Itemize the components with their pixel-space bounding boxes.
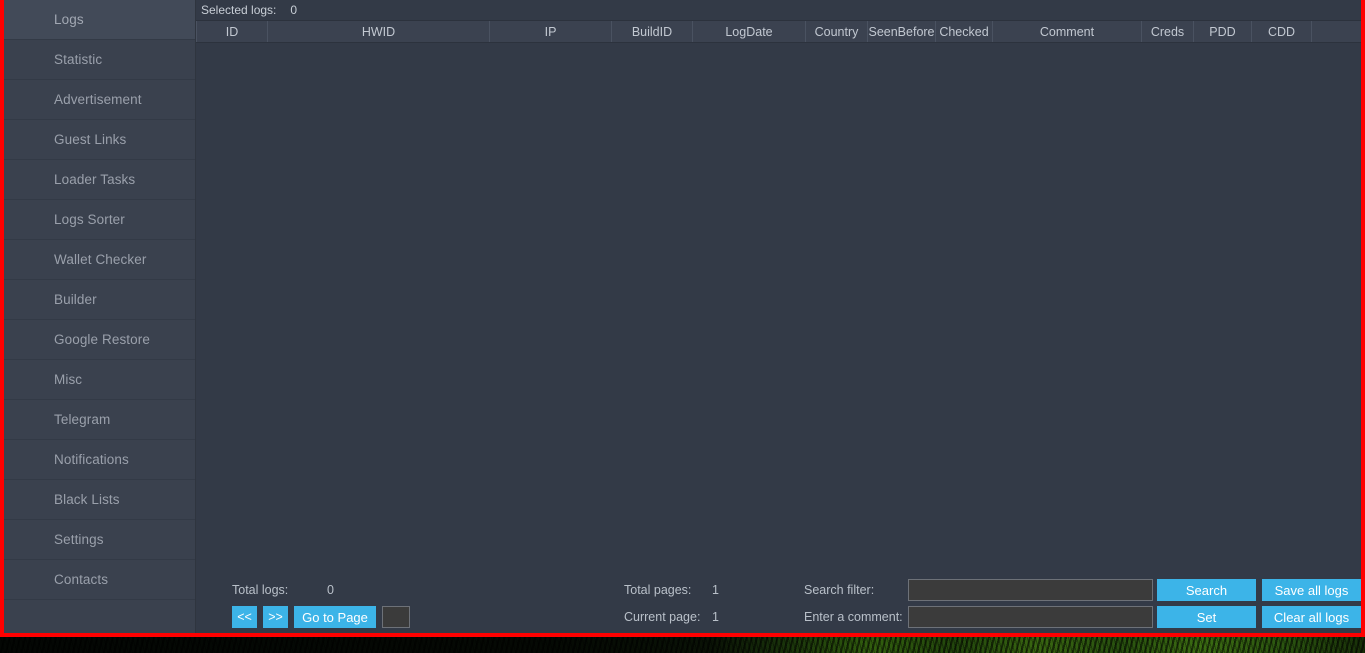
save-all-logs-button[interactable]: Save all logs bbox=[1262, 579, 1361, 601]
sidebar-navigation: Logs Statistic Advertisement Guest Links… bbox=[4, 0, 196, 633]
column-header-pdd[interactable]: PDD bbox=[1194, 21, 1252, 42]
action-buttons-row-top: Search Save all logs bbox=[1157, 579, 1361, 601]
go-to-page-button[interactable]: Go to Page bbox=[294, 606, 376, 628]
total-pages-value: 1 bbox=[712, 583, 719, 597]
page-number-input[interactable] bbox=[382, 606, 410, 628]
sidebar-item-logs[interactable]: Logs bbox=[4, 0, 195, 40]
sidebar-item-label: Logs bbox=[54, 12, 84, 27]
column-header-buildid[interactable]: BuildID bbox=[612, 21, 693, 42]
logs-table-header: ID HWID IP BuildID LogDate Country SeenBefore C… bbox=[196, 21, 1361, 43]
sidebar-item-builder[interactable]: Builder bbox=[4, 280, 195, 320]
sidebar-empty-space bbox=[4, 600, 195, 633]
page-status-block: Total pages: 1 Current page: 1 bbox=[624, 579, 804, 628]
sidebar-item-logs-sorter[interactable]: Logs Sorter bbox=[4, 200, 195, 240]
bottom-control-panel: Total logs: 0 << >> Go to Page Total pag… bbox=[196, 571, 1361, 633]
logs-table: ID HWID IP BuildID LogDate Country SeenBefore C… bbox=[196, 20, 1361, 571]
sidebar-item-telegram[interactable]: Telegram bbox=[4, 400, 195, 440]
sidebar-item-label: Wallet Checker bbox=[54, 252, 147, 267]
sidebar-item-label: Settings bbox=[54, 532, 104, 547]
sidebar-item-black-lists[interactable]: Black Lists bbox=[4, 480, 195, 520]
comment-label: Enter a comment: bbox=[804, 610, 903, 624]
column-header-seenbefore[interactable]: SeenBefore bbox=[868, 21, 936, 42]
column-header-country[interactable]: Country bbox=[806, 21, 868, 42]
column-header-spacer bbox=[1312, 21, 1361, 42]
pagination-block: Total logs: 0 << >> Go to Page bbox=[232, 579, 502, 628]
column-header-id[interactable]: ID bbox=[196, 21, 268, 42]
sidebar-item-label: Google Restore bbox=[54, 332, 150, 347]
comment-row: Enter a comment: bbox=[804, 606, 1153, 628]
sidebar-item-label: Advertisement bbox=[54, 92, 142, 107]
sidebar-item-advertisement[interactable]: Advertisement bbox=[4, 80, 195, 120]
sidebar-item-guest-links[interactable]: Guest Links bbox=[4, 120, 195, 160]
total-pages-label: Total pages: bbox=[624, 583, 692, 597]
sidebar-item-statistic[interactable]: Statistic bbox=[4, 40, 195, 80]
current-page-value: 1 bbox=[712, 610, 719, 624]
column-header-hwid[interactable]: HWID bbox=[268, 21, 490, 42]
sidebar-item-google-restore[interactable]: Google Restore bbox=[4, 320, 195, 360]
selected-logs-value: 0 bbox=[290, 3, 298, 17]
action-buttons-block: Search Save all logs Set Clear all logs bbox=[1157, 579, 1361, 628]
next-page-button[interactable]: >> bbox=[263, 606, 288, 628]
action-buttons-row-bottom: Set Clear all logs bbox=[1157, 606, 1361, 628]
column-header-checked[interactable]: Checked bbox=[936, 21, 993, 42]
sidebar-item-label: Logs Sorter bbox=[54, 212, 125, 227]
column-header-comment[interactable]: Comment bbox=[993, 21, 1142, 42]
filters-block: Search filter: Enter a comment: bbox=[804, 579, 1153, 628]
sidebar-item-label: Black Lists bbox=[54, 492, 120, 507]
column-header-logdate[interactable]: LogDate bbox=[693, 21, 806, 42]
application-window: Logs Statistic Advertisement Guest Links… bbox=[0, 0, 1365, 637]
column-header-creds[interactable]: Creds bbox=[1142, 21, 1194, 42]
logs-table-body[interactable] bbox=[196, 43, 1361, 571]
sidebar-item-notifications[interactable]: Notifications bbox=[4, 440, 195, 480]
current-page-label: Current page: bbox=[624, 610, 701, 624]
selected-logs-bar: Selected logs: 0 bbox=[196, 0, 1361, 20]
total-logs-row: Total logs: 0 bbox=[232, 579, 502, 601]
comment-input[interactable] bbox=[908, 606, 1153, 628]
sidebar-item-contacts[interactable]: Contacts bbox=[4, 560, 195, 600]
total-logs-label: Total logs: bbox=[232, 583, 289, 597]
search-filter-label: Search filter: bbox=[804, 583, 875, 597]
set-button[interactable]: Set bbox=[1157, 606, 1256, 628]
main-content: Selected logs: 0 ID HWID IP BuildID LogDate C… bbox=[196, 0, 1361, 633]
clear-all-logs-button[interactable]: Clear all logs bbox=[1262, 606, 1361, 628]
sidebar-item-label: Misc bbox=[54, 372, 83, 387]
sidebar-item-label: Contacts bbox=[54, 572, 109, 587]
search-filter-row: Search filter: bbox=[804, 579, 1153, 601]
search-button[interactable]: Search bbox=[1157, 579, 1256, 601]
sidebar-item-loader-tasks[interactable]: Loader Tasks bbox=[4, 160, 195, 200]
pager-buttons: << >> Go to Page bbox=[232, 606, 502, 628]
sidebar-item-label: Builder bbox=[54, 292, 97, 307]
sidebar-item-wallet-checker[interactable]: Wallet Checker bbox=[4, 240, 195, 280]
total-logs-value: 0 bbox=[327, 583, 334, 597]
sidebar-item-misc[interactable]: Misc bbox=[4, 360, 195, 400]
sidebar-item-label: Statistic bbox=[54, 52, 103, 67]
total-pages-row: Total pages: 1 bbox=[624, 579, 804, 601]
column-header-cdd[interactable]: CDD bbox=[1252, 21, 1312, 42]
sidebar-item-settings[interactable]: Settings bbox=[4, 520, 195, 560]
previous-page-button[interactable]: << bbox=[232, 606, 257, 628]
sidebar-item-label: Loader Tasks bbox=[54, 172, 136, 187]
selected-logs-label: Selected logs: bbox=[201, 3, 277, 17]
sidebar-item-label: Notifications bbox=[54, 452, 129, 467]
sidebar-item-label: Guest Links bbox=[54, 132, 127, 147]
current-page-row: Current page: 1 bbox=[624, 606, 804, 628]
column-header-ip[interactable]: IP bbox=[490, 21, 612, 42]
sidebar-item-label: Telegram bbox=[54, 412, 111, 427]
search-filter-input[interactable] bbox=[908, 579, 1153, 601]
